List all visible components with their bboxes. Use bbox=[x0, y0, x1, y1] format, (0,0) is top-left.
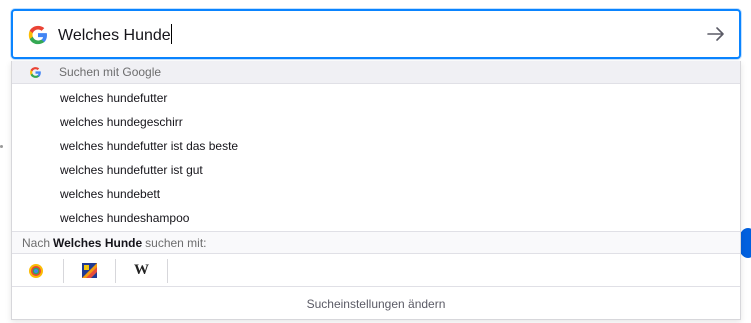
background-fragment bbox=[0, 145, 3, 148]
search-settings-button[interactable]: Sucheinstellungen ändern bbox=[12, 288, 740, 319]
text-caret bbox=[170, 24, 172, 44]
suggestion-item[interactable]: welches hundefutter bbox=[12, 86, 740, 110]
browser-viewport: Welches Hunde Suchen mit Google welches … bbox=[0, 0, 751, 323]
engine-google-button[interactable] bbox=[24, 258, 64, 283]
oneoff-engine-bar: W bbox=[12, 255, 740, 287]
oneoff-search-title: Nach Welches Hunde suchen mit: bbox=[12, 231, 740, 254]
suggestion-list: welches hundefutter welches hundegeschir… bbox=[12, 86, 740, 230]
search-engine-header[interactable]: Suchen mit Google bbox=[12, 61, 740, 84]
oneoff-prefix: Nach bbox=[22, 235, 51, 250]
oneoff-term: Welches Hunde bbox=[53, 235, 143, 250]
search-settings-label: Sucheinstellungen ändern bbox=[306, 296, 446, 311]
search-input[interactable]: Welches Hunde bbox=[58, 24, 172, 47]
amazon-icon bbox=[82, 263, 97, 278]
arrow-right-icon[interactable] bbox=[705, 23, 727, 45]
engine-amazon-button[interactable] bbox=[64, 258, 116, 283]
suggestion-dropdown: Suchen mit Google welches hundefutter we… bbox=[11, 61, 741, 320]
suggestion-item[interactable]: welches hundeshampoo bbox=[12, 206, 740, 230]
suggestion-item[interactable]: welches hundebett bbox=[12, 182, 740, 206]
engine-wikipedia-button[interactable]: W bbox=[116, 258, 168, 283]
suggestion-item[interactable]: welches hundefutter ist gut bbox=[12, 158, 740, 182]
query-text: Welches Hunde bbox=[58, 27, 171, 44]
search-with-google-label: Suchen mit Google bbox=[59, 65, 162, 79]
address-bar[interactable]: Welches Hunde bbox=[11, 9, 741, 59]
suggestion-item[interactable]: welches hundefutter ist das beste bbox=[12, 134, 740, 158]
oneoff-suffix: suchen mit: bbox=[145, 235, 207, 250]
suggestion-item[interactable]: welches hundegeschirr bbox=[12, 110, 740, 134]
google-icon bbox=[30, 66, 41, 78]
wikipedia-icon: W bbox=[134, 262, 149, 278]
google-icon bbox=[29, 263, 43, 278]
google-logo-icon bbox=[28, 25, 47, 45]
